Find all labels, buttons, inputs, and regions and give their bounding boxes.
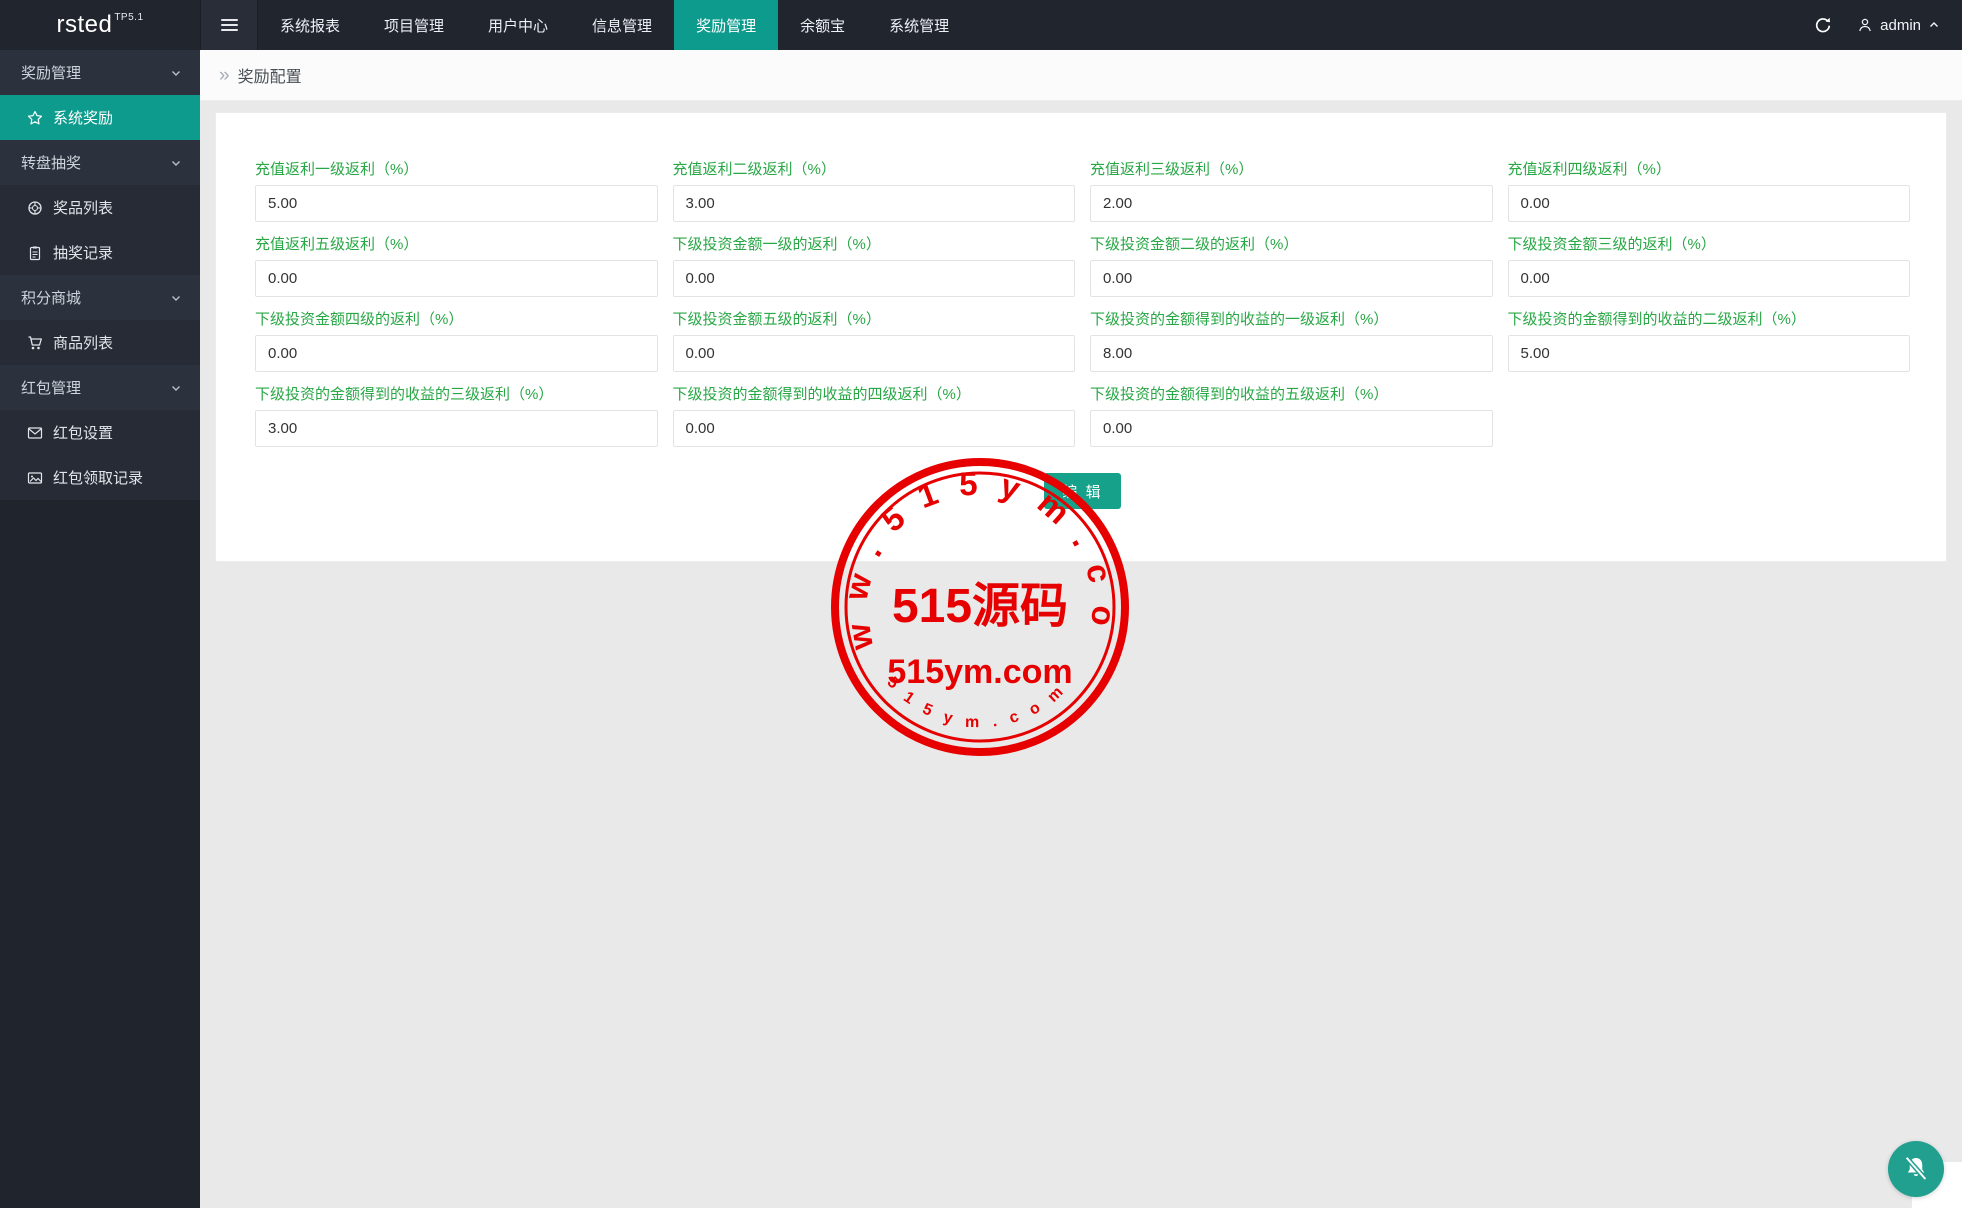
reward-config-form: 充值返利一级返利（%） 充值返利二级返利（%） 充值返利三级返利（%） 充值返利… (255, 161, 1910, 447)
bell-slash-icon (1901, 1154, 1931, 1184)
form-field: 下级投资金额三级的返利（%） (1508, 236, 1911, 297)
sidebar-group-points-mall[interactable]: 积分商城 (0, 275, 200, 320)
sidebar-group-redpacket-mgmt[interactable]: 红包管理 (0, 365, 200, 410)
profit-rebate-l3-input[interactable] (255, 410, 658, 447)
field-label: 下级投资金额一级的返利（%） (673, 236, 1076, 253)
invest-rebate-l1-input[interactable] (673, 260, 1076, 297)
refresh-icon (1814, 16, 1832, 34)
hamburger-icon (221, 19, 238, 21)
form-field: 下级投资金额一级的返利（%） (673, 236, 1076, 297)
profit-rebate-l5-input[interactable] (1090, 410, 1493, 447)
sidebar-group-reward-mgmt[interactable]: 奖励管理 (0, 50, 200, 95)
field-label: 下级投资的金额得到的收益的五级返利（%） (1090, 386, 1493, 403)
user-icon (1857, 17, 1873, 33)
field-label: 下级投资的金额得到的收益的三级返利（%） (255, 386, 658, 403)
logo-version: TP5.1 (114, 12, 143, 23)
sidebar-item-redpacket-settings[interactable]: 红包设置 (0, 410, 200, 455)
nav-tab-project-mgmt[interactable]: 项目管理 (362, 0, 466, 50)
field-label: 下级投资的金额得到的收益的二级返利（%） (1508, 311, 1911, 328)
chevron-up-icon (1928, 19, 1940, 31)
invest-rebate-l2-input[interactable] (1090, 260, 1493, 297)
envelope-icon (27, 425, 43, 441)
sidebar-item-system-reward[interactable]: 系统奖励 (0, 95, 200, 140)
logo-text: rsted (56, 11, 112, 39)
breadcrumb: » 奖励配置 (200, 50, 1962, 101)
sidebar-group-wheel-lottery[interactable]: 转盘抽奖 (0, 140, 200, 185)
field-label: 充值返利四级返利（%） (1508, 161, 1911, 178)
field-label: 充值返利五级返利（%） (255, 236, 658, 253)
cart-icon (27, 335, 43, 351)
field-label: 下级投资金额三级的返利（%） (1508, 236, 1911, 253)
profit-rebate-l1-input[interactable] (1090, 335, 1493, 372)
field-label: 下级投资金额五级的返利（%） (673, 311, 1076, 328)
nav-tab-user-center[interactable]: 用户中心 (466, 0, 570, 50)
form-field: 充值返利四级返利（%） (1508, 161, 1911, 222)
top-navbar: rsted TP5.1 系统报表 项目管理 用户中心 信息管理 奖励管理 余额宝… (0, 0, 1962, 50)
chevron-down-icon (170, 67, 182, 79)
field-label: 充值返利二级返利（%） (673, 161, 1076, 178)
nav-tab-info-mgmt[interactable]: 信息管理 (570, 0, 674, 50)
form-field: 下级投资的金额得到的收益的三级返利（%） (255, 386, 658, 447)
recharge-rebate-l4-input[interactable] (1508, 185, 1911, 222)
app-logo[interactable]: rsted TP5.1 (0, 0, 200, 50)
field-label: 下级投资的金额得到的收益的四级返利（%） (673, 386, 1076, 403)
field-label: 下级投资金额四级的返利（%） (255, 311, 658, 328)
invest-rebate-l5-input[interactable] (673, 335, 1076, 372)
form-field: 下级投资金额二级的返利（%） (1090, 236, 1493, 297)
field-label: 下级投资的金额得到的收益的一级返利（%） (1090, 311, 1493, 328)
username: admin (1880, 17, 1921, 34)
nav-tab-yuebao[interactable]: 余额宝 (778, 0, 867, 50)
field-label: 下级投资金额二级的返利（%） (1090, 236, 1493, 253)
nav-tab-system-mgmt[interactable]: 系统管理 (867, 0, 971, 50)
sidebar-item-goods-list[interactable]: 商品列表 (0, 320, 200, 365)
recharge-rebate-l2-input[interactable] (673, 185, 1076, 222)
form-field: 充值返利二级返利（%） (673, 161, 1076, 222)
form-field: 下级投资金额四级的返利（%） (255, 311, 658, 372)
top-menu: 系统报表 项目管理 用户中心 信息管理 奖励管理 余额宝 系统管理 (258, 0, 971, 50)
form-field: 下级投资的金额得到的收益的五级返利（%） (1090, 386, 1493, 447)
profit-rebate-l2-input[interactable] (1508, 335, 1911, 372)
invest-rebate-l4-input[interactable] (255, 335, 658, 372)
edit-submit-button[interactable]: 编 辑 (1044, 473, 1120, 509)
mute-notifications-button[interactable] (1888, 1141, 1944, 1197)
star-icon (27, 110, 43, 126)
content-area: » 奖励配置 充值返利一级返利（%） 充值返利二级返利（%） 充值返利三级返利（… (200, 50, 1962, 1208)
nav-tab-reward-mgmt[interactable]: 奖励管理 (674, 0, 778, 50)
recharge-rebate-l1-input[interactable] (255, 185, 658, 222)
invest-rebate-l3-input[interactable] (1508, 260, 1911, 297)
chevron-down-icon (170, 157, 182, 169)
chevron-down-icon (170, 382, 182, 394)
menu-toggle-button[interactable] (200, 0, 258, 50)
field-label: 充值返利三级返利（%） (1090, 161, 1493, 178)
user-menu[interactable]: admin (1847, 0, 1962, 50)
life-ring-icon (27, 200, 43, 216)
recharge-rebate-l5-input[interactable] (255, 260, 658, 297)
sidebar-item-lottery-records[interactable]: 抽奖记录 (0, 230, 200, 275)
form-field: 充值返利一级返利（%） (255, 161, 658, 222)
form-field: 下级投资的金额得到的收益的一级返利（%） (1090, 311, 1493, 372)
recharge-rebate-l3-input[interactable] (1090, 185, 1493, 222)
form-field: 充值返利三级返利（%） (1090, 161, 1493, 222)
refresh-button[interactable] (1799, 0, 1847, 50)
clipboard-icon (27, 245, 43, 261)
reward-config-form-card: 充值返利一级返利（%） 充值返利二级返利（%） 充值返利三级返利（%） 充值返利… (215, 112, 1947, 562)
field-label: 充值返利一级返利（%） (255, 161, 658, 178)
form-field: 充值返利五级返利（%） (255, 236, 658, 297)
form-field: 下级投资的金额得到的收益的二级返利（%） (1508, 311, 1911, 372)
page-title: 奖励配置 (238, 63, 302, 87)
chevron-down-icon (170, 292, 182, 304)
form-field: 下级投资金额五级的返利（%） (673, 311, 1076, 372)
form-field: 下级投资的金额得到的收益的四级返利（%） (673, 386, 1076, 447)
profit-rebate-l4-input[interactable] (673, 410, 1076, 447)
sidebar-item-redpacket-claim-records[interactable]: 红包领取记录 (0, 455, 200, 500)
navbar-right: admin (1799, 0, 1962, 50)
sidebar: 奖励管理 系统奖励 转盘抽奖 奖品列表 抽奖记录 积分商城 商品列表 红包管理 (0, 50, 200, 1208)
nav-tab-system-report[interactable]: 系统报表 (258, 0, 362, 50)
sidebar-item-prize-list[interactable]: 奖品列表 (0, 185, 200, 230)
double-chevron-icon: » (219, 66, 230, 85)
image-icon (27, 470, 43, 486)
